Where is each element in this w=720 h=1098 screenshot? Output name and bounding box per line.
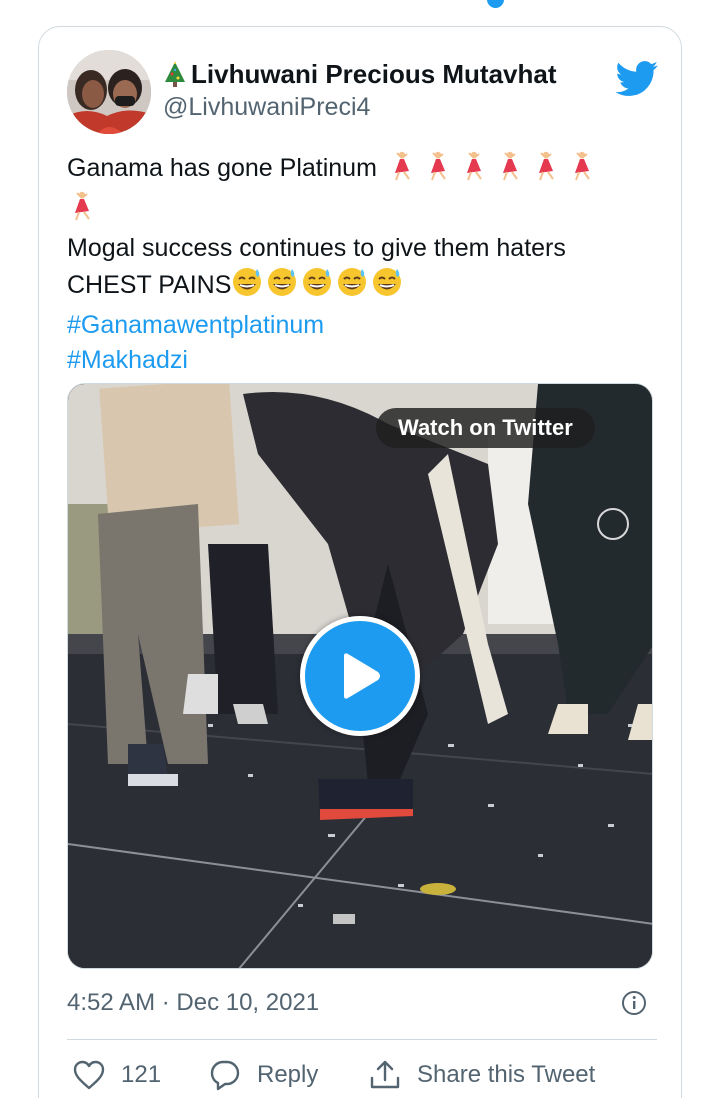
tweet-actions: 121 Reply Share this Tweet bbox=[67, 1055, 657, 1095]
share-label: Share this Tweet bbox=[417, 1061, 596, 1088]
tweet-text-line-3: CHEST PAINS bbox=[67, 266, 637, 308]
tweet-text-line-2: Mogal success continues to give them hat… bbox=[67, 234, 566, 262]
user-handle[interactable]: @LivhuwaniPreci4 bbox=[163, 91, 557, 123]
heart-icon bbox=[73, 1060, 105, 1090]
watch-on-twitter-button[interactable]: Watch on Twitter bbox=[376, 408, 595, 448]
sweat-smile-emoji-row bbox=[231, 266, 407, 308]
video-thumbnail[interactable]: Watch on Twitter bbox=[67, 383, 653, 969]
tweet-text: Ganama has gone Platinum Mogal success c… bbox=[67, 150, 637, 378]
reply-button[interactable]: Reply bbox=[209, 1055, 318, 1095]
page: Livhuwani Precious Mutavhat @LivhuwaniPr… bbox=[0, 0, 720, 1098]
reply-label: Reply bbox=[257, 1061, 319, 1088]
play-button[interactable] bbox=[300, 616, 420, 736]
scroll-indicator bbox=[487, 0, 504, 8]
hashtag-ganamawentplatinum[interactable]: #Ganamawentplatinum bbox=[67, 308, 637, 343]
share-icon bbox=[370, 1060, 400, 1089]
timestamp[interactable]: 4:52 AM · Dec 10, 2021 bbox=[67, 989, 319, 1016]
hashtag-makhadzi[interactable]: #Makhadzi bbox=[67, 343, 637, 378]
divider bbox=[67, 1039, 657, 1040]
christmas-tree-icon bbox=[163, 60, 187, 88]
tweet-card[interactable]: Livhuwani Precious Mutavhat @LivhuwaniPr… bbox=[38, 26, 682, 1098]
tweet-text-line-1: Ganama has gone Platinum bbox=[67, 150, 637, 191]
info-icon[interactable] bbox=[621, 990, 647, 1016]
like-count: 121 bbox=[121, 1061, 162, 1088]
dancer-emoji bbox=[67, 191, 97, 231]
like-button[interactable]: 121 bbox=[73, 1055, 161, 1095]
tweet-line-1-text: Ganama has gone Platinum bbox=[67, 154, 377, 182]
display-name-text: Livhuwani Precious Mutavhat bbox=[191, 59, 557, 89]
tweet-header: Livhuwani Precious Mutavhat @LivhuwaniPr… bbox=[67, 47, 659, 137]
twitter-bird-icon[interactable] bbox=[615, 61, 659, 97]
dancer-emoji-row bbox=[387, 150, 605, 191]
tweet-meta: 4:52 AM · Dec 10, 2021 bbox=[67, 985, 657, 1021]
author-names: Livhuwani Precious Mutavhat @LivhuwaniPr… bbox=[163, 58, 557, 123]
display-name[interactable]: Livhuwani Precious Mutavhat bbox=[163, 58, 557, 90]
avatar[interactable] bbox=[67, 50, 151, 134]
tweet-text-line-1b bbox=[67, 191, 637, 231]
tweet-line-3-text: CHEST PAINS bbox=[67, 271, 232, 299]
reply-bubble-icon bbox=[210, 1060, 240, 1091]
play-icon bbox=[305, 621, 415, 731]
share-button[interactable]: Share this Tweet bbox=[369, 1055, 595, 1095]
